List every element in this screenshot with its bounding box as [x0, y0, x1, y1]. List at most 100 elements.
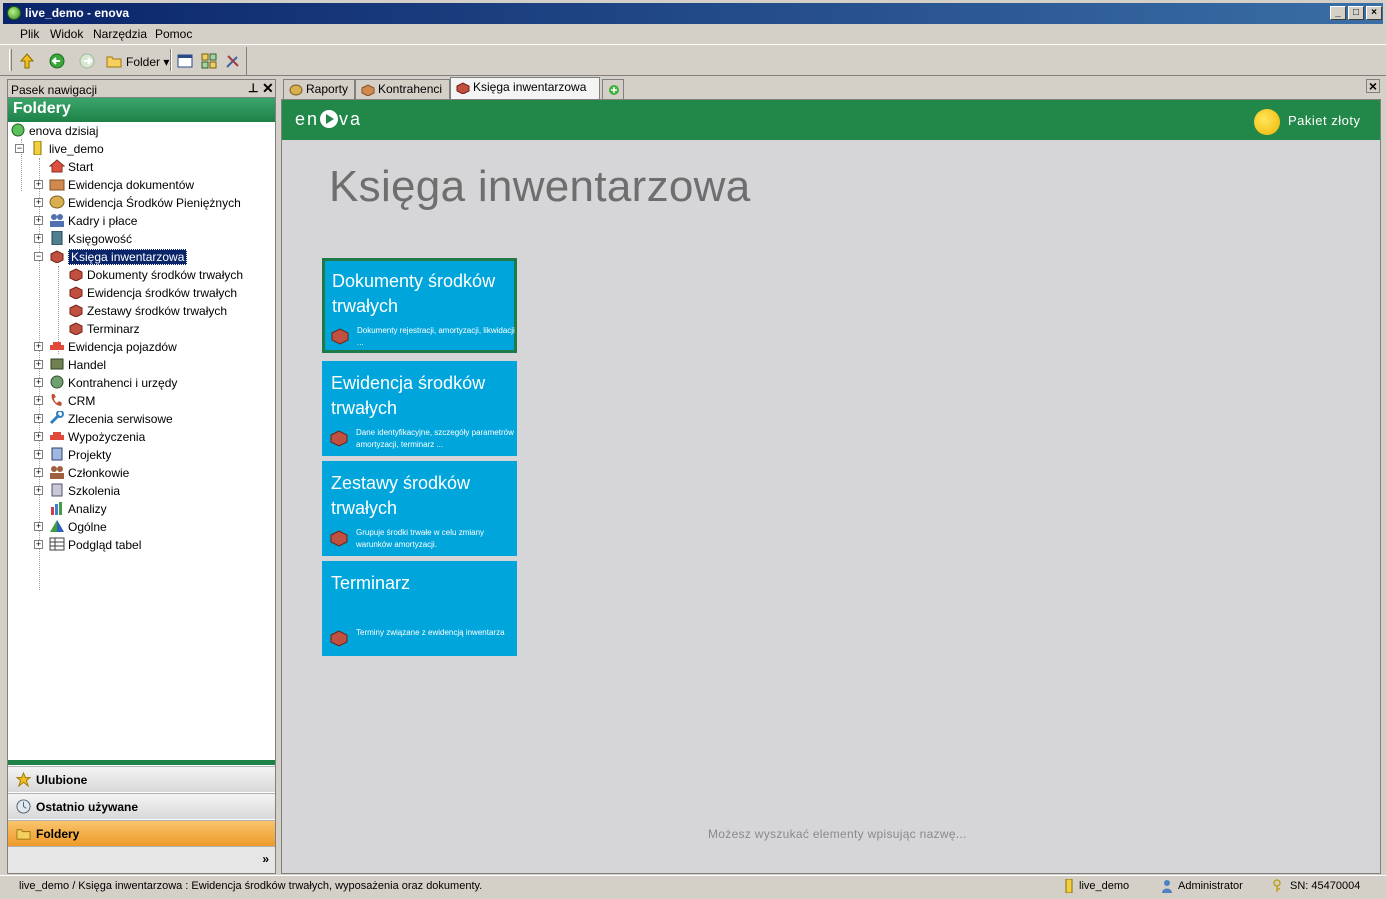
documents-icon: [49, 179, 65, 191]
expand-toggle[interactable]: +: [34, 522, 43, 531]
expand-toggle[interactable]: +: [34, 486, 43, 495]
grid-icon[interactable]: [201, 53, 217, 69]
expand-toggle[interactable]: +: [34, 342, 43, 351]
menu-plik[interactable]: Plik: [20, 27, 39, 41]
folder-dropdown[interactable]: Folder ▾: [126, 55, 169, 69]
collapse-toggle[interactable]: −: [15, 144, 24, 153]
tree-item-pojazdy[interactable]: Ewidencja pojazdów: [49, 338, 177, 356]
tree-db[interactable]: live_demo: [30, 140, 104, 158]
bricks-icon: [330, 630, 348, 647]
expand-toggle[interactable]: +: [34, 468, 43, 477]
tile-title: Dokumenty środków trwałych: [332, 271, 496, 316]
back-icon[interactable]: [49, 53, 65, 69]
minimize-button[interactable]: _: [1330, 6, 1346, 20]
nav-button-ulubione[interactable]: Ulubione: [8, 766, 275, 792]
expand-toggle[interactable]: +: [34, 180, 43, 189]
menu-narzedzia[interactable]: Narzędzia: [93, 27, 147, 41]
tab-kontrahenci[interactable]: Kontrahenci: [355, 79, 450, 99]
reports-icon: [289, 84, 303, 96]
project-icon: [51, 447, 63, 461]
cart-icon: [50, 358, 64, 370]
tree-item-srodki-pieniezne[interactable]: Ewidencja Środków Pieniężnych: [49, 194, 241, 212]
tree-item-ksiegowosc[interactable]: Księgowość: [49, 230, 132, 248]
brand-bar: en va Pakiet złoty: [282, 100, 1380, 140]
new-tab-button[interactable]: [602, 79, 624, 99]
wrench-icon: [49, 411, 64, 425]
database-icon: [33, 141, 42, 155]
bricks-icon: [330, 430, 348, 447]
window-icon[interactable]: [177, 53, 193, 69]
menu-pomoc[interactable]: Pomoc: [155, 27, 192, 41]
expand-toggle[interactable]: +: [34, 432, 43, 441]
expand-toggle[interactable]: +: [34, 540, 43, 549]
tile-dokumenty-srodkow[interactable]: Dokumenty środków trwałych Dokumenty rej…: [322, 258, 517, 353]
toolbar-grip[interactable]: [9, 49, 12, 71]
tree-item-kadry[interactable]: Kadry i płace: [49, 212, 137, 230]
ledger-icon: [51, 231, 63, 245]
folder-icon[interactable]: [106, 53, 122, 69]
expand-toggle[interactable]: +: [34, 450, 43, 459]
tile-description: Grupuje środki trwałe w celu zmiany waru…: [356, 528, 485, 549]
home-icon: [49, 159, 65, 173]
close-window-button[interactable]: ×: [1366, 6, 1382, 20]
tree-item-handel[interactable]: Handel: [49, 356, 106, 374]
tree-item-projekty[interactable]: Projekty: [49, 446, 111, 464]
forward-icon[interactable]: [79, 53, 95, 69]
tools-icon[interactable]: [225, 53, 241, 69]
expand-toggle[interactable]: +: [34, 360, 43, 369]
pin-icon[interactable]: ⊥: [248, 81, 258, 95]
triangle-icon: [50, 520, 64, 532]
tree-item-ksiega-inwentarzowa[interactable]: Księga inwentarzowa: [49, 248, 188, 266]
tile-zestawy-srodkow[interactable]: Zestawy środków trwałych Grupuje środki …: [322, 461, 517, 556]
expand-toggle[interactable]: +: [34, 378, 43, 387]
collapse-toggle[interactable]: −: [34, 252, 43, 261]
nav-splitter[interactable]: [8, 760, 275, 765]
bricks-icon: [330, 530, 348, 547]
clock-icon: [16, 799, 31, 814]
close-nav-icon[interactable]: ✕: [262, 80, 274, 97]
people-icon: [50, 466, 64, 479]
tree-item-ewidencja-dokumentow[interactable]: Ewidencja dokumentów: [49, 176, 194, 194]
expand-toggle[interactable]: +: [34, 396, 43, 405]
bricks-icon: [69, 268, 83, 281]
up-folder-icon[interactable]: [19, 53, 35, 69]
menu-bar: Plik Widok Narzędzia Pomoc: [0, 24, 1386, 44]
tree-item-crm[interactable]: CRM: [49, 392, 95, 410]
tree-item-ogolne[interactable]: Ogólne: [49, 518, 107, 536]
expand-toggle[interactable]: +: [34, 216, 43, 225]
tree-item-start[interactable]: Start: [49, 158, 93, 176]
tree-root[interactable]: enova dzisiaj: [10, 122, 98, 140]
tile-ewidencja-srodkow[interactable]: Ewidencja środków trwałych Dane identyfi…: [322, 361, 517, 456]
tree-item-szkolenia[interactable]: Szkolenia: [49, 482, 120, 500]
tree-item-kontrahenci[interactable]: Kontrahenci i urzędy: [49, 374, 177, 392]
bricks-icon: [331, 328, 349, 345]
tile-terminarz[interactable]: Terminarz Terminy związane z ewidencją i…: [322, 561, 517, 656]
tree-item-terminarz[interactable]: Terminarz: [68, 320, 140, 338]
tree-item-czlonkowie[interactable]: Członkowie: [49, 464, 129, 482]
expand-toggle[interactable]: +: [34, 414, 43, 423]
nav-button-foldery[interactable]: Foldery: [8, 820, 275, 846]
nav-button-ostatnio[interactable]: Ostatnio używane: [8, 793, 275, 819]
expand-toggle[interactable]: +: [34, 198, 43, 207]
tree-item-ewidencja-srodkow[interactable]: Ewidencja środków trwałych: [68, 284, 237, 302]
window-titlebar: live_demo - enova _ □ ×: [0, 0, 1386, 24]
tree-item-zlecenia[interactable]: Zlecenia serwisowe: [49, 410, 173, 428]
car-icon: [50, 432, 64, 440]
maximize-button[interactable]: □: [1348, 6, 1364, 20]
key-icon: [1273, 879, 1281, 892]
tab-ksiega-inwentarzowa[interactable]: Księga inwentarzowa: [450, 77, 600, 99]
tree-item-dokumenty-srodkow[interactable]: Dokumenty środków trwałych: [68, 266, 243, 284]
tab-raporty[interactable]: Raporty: [283, 79, 355, 99]
tree-item-wypozyczenia[interactable]: Wypożyczenia: [49, 428, 145, 446]
coins-icon: [49, 195, 65, 209]
database-icon: [1065, 879, 1073, 893]
tree-item-podglad-tabel[interactable]: Podgląd tabel: [49, 536, 141, 554]
tree-item-zestawy-srodkow[interactable]: Zestawy środków trwałych: [68, 302, 227, 320]
menu-widok[interactable]: Widok: [50, 27, 83, 41]
tree-item-analizy[interactable]: Analizy: [49, 500, 107, 518]
chevron-double-down-icon[interactable]: »: [262, 852, 269, 866]
search-hint: Możesz wyszukać elementy wpisując nazwę.…: [708, 827, 967, 841]
close-tab-icon[interactable]: ×: [1366, 79, 1380, 93]
car-icon: [50, 342, 64, 350]
expand-toggle[interactable]: +: [34, 234, 43, 243]
